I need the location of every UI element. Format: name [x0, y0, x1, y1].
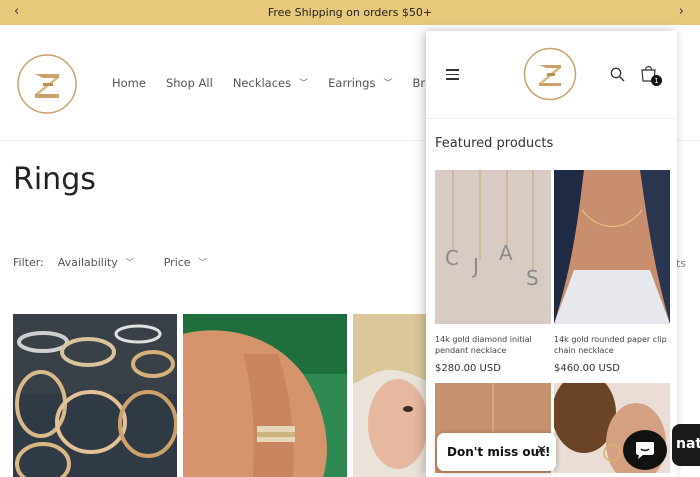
svg-text:S: S [526, 266, 539, 290]
price-label: Price [163, 256, 191, 269]
drawer-header: 1 [426, 31, 677, 119]
announcement-text: Free Shipping on orders $50+ [267, 6, 433, 19]
nav-item-necklaces[interactable]: Necklaces ﹀ [233, 76, 308, 90]
nav-necklaces-label: Necklaces [232, 76, 292, 90]
filter-bar: Filter: Availability ﹀ Price ﹀ [13, 256, 237, 269]
product-image: C J A S [435, 170, 551, 324]
search-icon[interactable] [610, 67, 625, 82]
nav-item-earrings[interactable]: Earrings ﹀ [328, 76, 392, 90]
product-card-ring-hand[interactable] [183, 314, 347, 477]
next-announcement-arrow-icon[interactable]: › [679, 4, 684, 19]
product-image [13, 314, 177, 477]
price-filter[interactable]: Price ﹀ [164, 256, 207, 269]
product-name[interactable]: 14k gold rounded paper clip chain neckla… [554, 334, 670, 356]
svg-text:C: C [445, 246, 459, 270]
nav-item-shop-all[interactable]: Shop All [166, 76, 213, 90]
chat-tab[interactable]: nat [672, 424, 700, 466]
product-grid [13, 314, 433, 477]
featured-products-grid: C J A S 14k gold diamond initial pendant… [435, 170, 670, 473]
page-title: Rings [13, 162, 96, 197]
announcement-bar: ‹ Free Shipping on orders $50+ › [0, 0, 700, 25]
product-count: ts [675, 257, 686, 270]
chevron-down-icon: ﹀ [198, 258, 207, 267]
cart-icon[interactable]: 1 [640, 64, 662, 86]
menu-icon[interactable] [446, 69, 459, 80]
previous-announcement-arrow-icon[interactable]: ‹ [14, 4, 19, 19]
nav-earrings-label: Earrings [328, 76, 376, 90]
product-image [353, 314, 433, 477]
product-name[interactable]: 14k gold diamond initial pendant necklac… [435, 334, 551, 356]
product-card-woman-portrait[interactable] [353, 314, 433, 477]
popup-text: Don't miss out! [447, 445, 551, 459]
product-price: $460.00 USD [554, 363, 620, 374]
availability-label: Availability [57, 256, 118, 269]
filter-label: Filter: [13, 256, 44, 269]
product-image [183, 314, 347, 477]
svg-text:A: A [499, 241, 513, 265]
chevron-down-icon: ﹀ [383, 78, 393, 89]
featured-product-initial-necklace[interactable]: C J A S 14k gold diamond initial pendant… [435, 170, 551, 383]
nav-home-label: Home [112, 76, 146, 90]
brand-logo[interactable] [523, 47, 577, 101]
featured-products-heading: Featured products [435, 136, 554, 151]
chat-icon [636, 442, 654, 459]
dont-miss-out-popup[interactable]: Don't miss out! ✕ [437, 433, 556, 471]
chat-button[interactable] [623, 430, 667, 470]
brand-logo[interactable] [16, 53, 78, 115]
nav-item-home[interactable]: Home [112, 76, 146, 90]
nav-shop-all-label: Shop All [165, 76, 213, 90]
availability-filter[interactable]: Availability ﹀ [58, 256, 134, 269]
chevron-down-icon: ﹀ [299, 78, 309, 89]
cart-count-badge: 1 [651, 75, 662, 86]
svg-text:J: J [471, 254, 479, 278]
product-image [554, 170, 670, 324]
product-price: $280.00 USD [435, 363, 501, 374]
chevron-down-icon: ﹀ [125, 258, 134, 267]
close-icon[interactable]: ✕ [536, 443, 547, 458]
featured-product-paper-clip-necklace[interactable]: 14k gold rounded paper clip chain neckla… [554, 170, 670, 383]
side-drawer: 1 Featured products C J A S 14k gold dia… [426, 31, 677, 477]
product-card-rings-stack[interactable] [13, 314, 177, 477]
